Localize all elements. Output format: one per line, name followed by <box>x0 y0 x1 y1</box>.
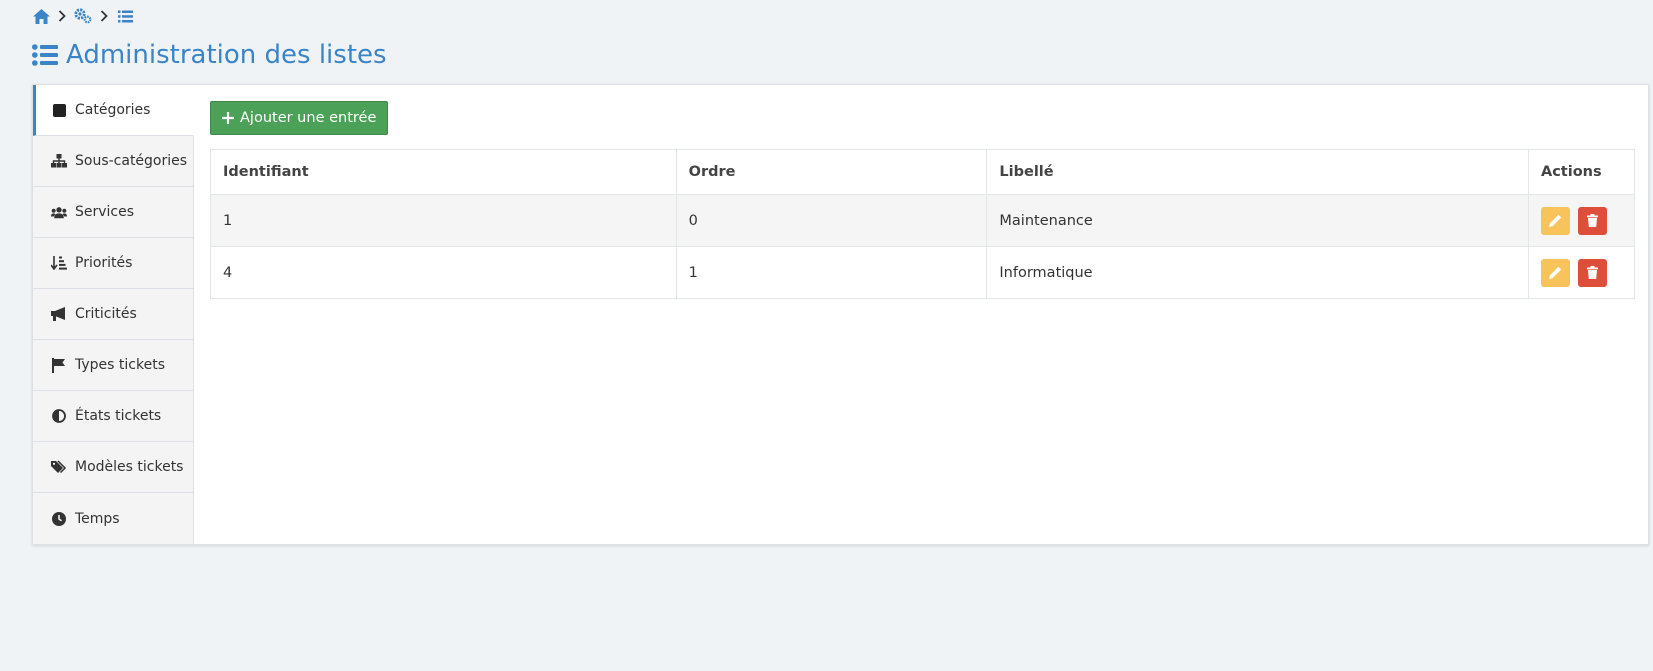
sidebar: Catégories Sous-catégories Services Prio… <box>33 85 194 544</box>
delete-button[interactable] <box>1577 206 1607 235</box>
users-icon <box>51 204 67 220</box>
sidebar-item-criticites[interactable]: Criticités <box>33 289 193 340</box>
sidebar-item-types-tickets[interactable]: Types tickets <box>33 340 193 391</box>
sitemap-icon <box>51 153 67 169</box>
sidebar-item-label: Sous-catégories <box>75 153 188 169</box>
sort-amount-icon <box>51 255 67 271</box>
clock-icon <box>51 511 67 527</box>
trash-icon <box>1586 214 1598 227</box>
adjust-icon <box>51 408 67 424</box>
tags-icon <box>51 459 67 475</box>
column-header-libelle[interactable]: Libellé <box>986 149 1529 195</box>
edit-button[interactable] <box>1540 206 1570 235</box>
sidebar-item-sous-categories[interactable]: Sous-catégories <box>33 136 193 187</box>
cell-identifiant: 1 <box>210 194 677 247</box>
main-content: Ajouter une entrée Identifiant Ordre Lib… <box>210 101 1636 299</box>
gears-icon[interactable] <box>74 7 92 25</box>
cell-ordre: 1 <box>675 246 988 299</box>
bullhorn-icon <box>51 306 67 322</box>
pencil-icon <box>1548 214 1562 227</box>
square-icon <box>51 102 67 118</box>
sidebar-item-label: Types tickets <box>75 357 165 373</box>
sidebar-item-categories[interactable]: Catégories <box>33 85 194 136</box>
plus-icon <box>222 112 234 124</box>
sidebar-item-modeles-tickets[interactable]: Modèles tickets <box>33 442 193 493</box>
sidebar-item-label: Services <box>75 204 135 220</box>
add-entry-button[interactable]: Ajouter une entrée <box>210 101 389 135</box>
table-row: 4 1 Informatique <box>210 246 1636 299</box>
table-row: 1 0 Maintenance <box>210 194 1636 247</box>
add-entry-label: Ajouter une entrée <box>240 110 377 126</box>
sidebar-item-priorites[interactable]: Priorités <box>33 238 193 289</box>
page-title-text: Administration des listes <box>66 40 387 70</box>
sidebar-item-temps[interactable]: Temps <box>33 493 193 544</box>
sidebar-item-label: Priorités <box>75 255 133 271</box>
sidebar-item-label: Modèles tickets <box>75 459 184 475</box>
sidebar-item-etats-tickets[interactable]: États tickets <box>33 391 193 442</box>
cell-actions <box>1527 246 1636 299</box>
delete-button[interactable] <box>1577 258 1607 287</box>
sidebar-item-services[interactable]: Services <box>33 187 193 238</box>
cell-ordre: 0 <box>675 194 988 247</box>
page-title: Administration des listes <box>32 36 387 74</box>
breadcrumb <box>32 7 134 25</box>
cell-identifiant: 4 <box>210 246 677 299</box>
chevron-right-icon <box>98 7 110 25</box>
entries-table: Identifiant Ordre Libellé Actions 1 0 Ma… <box>210 149 1636 299</box>
cell-actions <box>1527 194 1636 247</box>
lists-admin-panel: Catégories Sous-catégories Services Prio… <box>32 84 1649 545</box>
sidebar-item-label: Criticités <box>75 306 137 322</box>
column-header-ordre[interactable]: Ordre <box>675 149 988 195</box>
home-icon[interactable] <box>32 7 50 25</box>
trash-icon <box>1586 266 1598 279</box>
sidebar-item-label: Catégories <box>75 102 151 118</box>
list-icon[interactable] <box>116 7 134 25</box>
table-header-row: Identifiant Ordre Libellé Actions <box>210 149 1636 195</box>
cell-libelle: Maintenance <box>986 194 1529 247</box>
flag-icon <box>51 357 67 373</box>
sidebar-item-label: Temps <box>75 510 120 527</box>
sidebar-item-label: États tickets <box>75 408 162 424</box>
column-header-actions: Actions <box>1527 149 1636 195</box>
column-header-identifiant[interactable]: Identifiant <box>210 149 677 195</box>
cell-libelle: Informatique <box>986 246 1529 299</box>
list-icon <box>32 44 58 66</box>
edit-button[interactable] <box>1540 258 1570 287</box>
chevron-right-icon <box>56 7 68 25</box>
pencil-icon <box>1548 266 1562 279</box>
